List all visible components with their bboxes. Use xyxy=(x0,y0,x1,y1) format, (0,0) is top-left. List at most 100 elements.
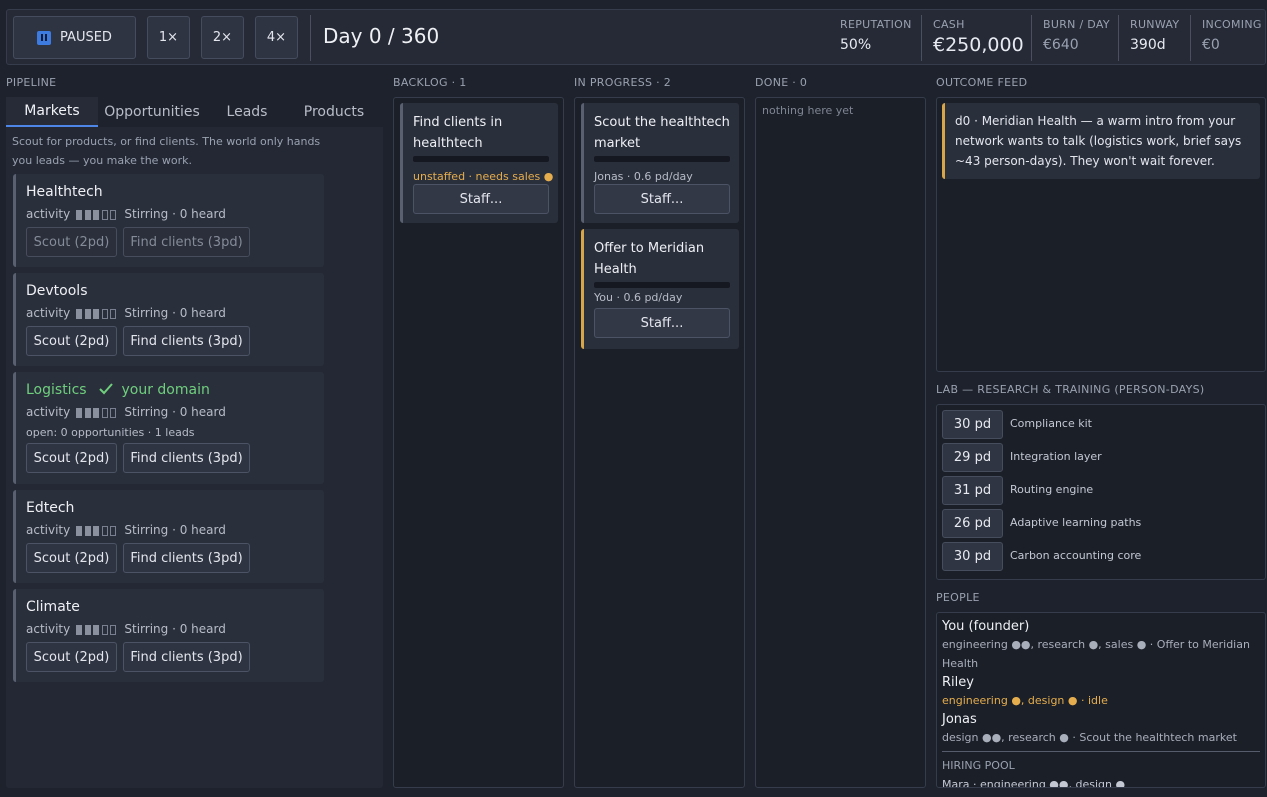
done-column: nothing here yet xyxy=(755,97,926,788)
staff-button[interactable]: Staff... xyxy=(594,184,730,214)
scout-button[interactable]: Scout (2pd) xyxy=(26,326,117,356)
activity-meter xyxy=(76,406,119,420)
person-skills: engineering ●, design ● · idle xyxy=(942,694,1108,707)
find-clients-button[interactable]: Find clients (3pd) xyxy=(123,642,250,672)
outcome-feed-heading: OUTCOME FEED xyxy=(936,76,1028,89)
incoming-stat: INCOMING €0 xyxy=(1202,18,1262,53)
checkmark-icon xyxy=(99,383,113,395)
backlog-heading: BACKLOG · 1 xyxy=(393,76,467,89)
task-progress-bar xyxy=(594,156,730,162)
person-name[interactable]: Riley xyxy=(942,675,974,690)
lab-item-name: Integration layer xyxy=(1010,450,1102,463)
lab-item-name: Adaptive learning paths xyxy=(1010,516,1142,529)
market-card-logistics: Logistics your domain activity Stirring … xyxy=(13,372,324,484)
lab-item-name: Carbon accounting core xyxy=(1010,549,1142,562)
find-clients-button[interactable]: Find clients (3pd) xyxy=(123,326,250,356)
task-card[interactable]: Scout the healthtech market Jonas · 0.6 … xyxy=(581,103,739,223)
market-open-info: open: 0 opportunities · 1 leads xyxy=(26,426,195,439)
scout-button[interactable]: Scout (2pd) xyxy=(26,227,117,257)
person-skills: engineering ●●, research ●, sales ● · Of… xyxy=(942,638,1250,670)
pause-label: PAUSED xyxy=(60,30,112,45)
tab-opportunities[interactable]: Opportunities xyxy=(98,97,206,127)
pipeline-hint: Scout for products, or find clients. The… xyxy=(12,135,321,167)
activity-meter xyxy=(76,524,119,538)
activity-meter xyxy=(76,623,119,637)
people-panel: You (founder) engineering ●●, research ●… xyxy=(936,612,1266,788)
market-name: Devtools xyxy=(26,283,88,299)
day-counter: Day 0 / 360 xyxy=(323,24,440,48)
market-card-devtools: Devtools activity Stirring · 0 heard Sco… xyxy=(13,273,324,366)
lab-cost-button[interactable]: 26 pd xyxy=(942,509,1003,538)
task-progress-bar xyxy=(594,282,730,288)
lab-item-name: Compliance kit xyxy=(1010,417,1092,430)
market-card-healthtech: Healthtech activity Stirring · 0 heard S… xyxy=(13,174,324,267)
market-name: Logistics your domain xyxy=(26,382,210,398)
activity-meter xyxy=(76,307,119,321)
speed-4x-button[interactable]: 4× xyxy=(255,16,298,59)
lab-panel: 30 pd Compliance kit 29 pd Integration l… xyxy=(936,404,1266,580)
market-card-edtech: Edtech activity Stirring · 0 heard Scout… xyxy=(13,490,324,583)
outcome-feed-panel: d0 · Meridian Health — a warm intro from… xyxy=(936,97,1266,372)
cash-stat: CASH €250,000 xyxy=(933,18,1024,56)
runway-value: 390d xyxy=(1130,37,1166,53)
market-status: Stirring · 0 heard xyxy=(124,523,226,537)
market-name: Healthtech xyxy=(26,184,103,200)
runway-stat: RUNWAY 390d xyxy=(1130,18,1180,53)
feed-item: d0 · Meridian Health — a warm intro from… xyxy=(942,103,1260,179)
cash-value: €250,000 xyxy=(933,34,1024,56)
find-clients-button[interactable]: Find clients (3pd) xyxy=(123,227,250,257)
lab-cost-button[interactable]: 30 pd xyxy=(942,542,1003,571)
done-heading: DONE · 0 xyxy=(755,76,808,89)
scout-button[interactable]: Scout (2pd) xyxy=(26,543,117,573)
person-skills: design ●●, research ● · Scout the health… xyxy=(942,731,1237,744)
backlog-column: Find clients in healthtech unstaffed · n… xyxy=(393,97,564,788)
task-card[interactable]: Find clients in healthtech unstaffed · n… xyxy=(400,103,558,223)
top-bar: PAUSED 1× 2× 4× Day 0 / 360 REPUTATION 5… xyxy=(6,9,1266,65)
lab-cost-button[interactable]: 31 pd xyxy=(942,476,1003,505)
task-card[interactable]: Offer to Meridian Health You · 0.6 pd/da… xyxy=(581,229,739,349)
person-name[interactable]: Jonas xyxy=(942,712,977,727)
markets-panel: Scout for products, or find clients. The… xyxy=(6,127,383,788)
pause-button[interactable]: PAUSED xyxy=(13,16,136,59)
lab-cost-button[interactable]: 30 pd xyxy=(942,410,1003,439)
lab-cost-button[interactable]: 29 pd xyxy=(942,443,1003,472)
tab-leads[interactable]: Leads xyxy=(206,97,288,127)
tab-products[interactable]: Products xyxy=(288,97,380,127)
find-clients-button[interactable]: Find clients (3pd) xyxy=(123,443,250,473)
task-title: Find clients in healthtech xyxy=(413,115,503,151)
hiring-candidate[interactable]: Mara · engineering ●●, design ● xyxy=(942,775,1262,787)
task-status: unstaffed · needs sales ● xyxy=(413,170,554,183)
divider xyxy=(310,15,311,61)
tab-markets[interactable]: Markets xyxy=(6,97,98,127)
divider xyxy=(921,15,922,61)
market-activity: activity Stirring · 0 heard xyxy=(26,405,226,420)
market-activity: activity Stirring · 0 heard xyxy=(26,306,226,321)
market-activity: activity Stirring · 0 heard xyxy=(26,523,226,538)
scout-button[interactable]: Scout (2pd) xyxy=(26,443,117,473)
scout-button[interactable]: Scout (2pd) xyxy=(26,642,117,672)
staff-button[interactable]: Staff... xyxy=(413,184,549,214)
pause-icon xyxy=(37,30,52,45)
staff-button[interactable]: Staff... xyxy=(594,308,730,338)
people-heading: PEOPLE xyxy=(936,591,980,604)
divider xyxy=(1190,15,1191,61)
market-status: Stirring · 0 heard xyxy=(124,622,226,636)
empty-state: nothing here yet xyxy=(762,104,854,117)
reputation-value: 50% xyxy=(840,37,872,53)
speed-2x-button[interactable]: 2× xyxy=(201,16,244,59)
lab-item-name: Routing engine xyxy=(1010,483,1094,496)
market-name: Climate xyxy=(26,599,80,615)
market-card-climate: Climate activity Stirring · 0 heard Scou… xyxy=(13,589,324,682)
task-assignee: You · 0.6 pd/day xyxy=(594,291,683,304)
domain-badge: your domain xyxy=(121,382,210,398)
person-name[interactable]: You (founder) xyxy=(942,619,1029,634)
market-name: Edtech xyxy=(26,500,75,516)
find-clients-button[interactable]: Find clients (3pd) xyxy=(123,543,250,573)
in-progress-heading: IN PROGRESS · 2 xyxy=(574,76,671,89)
market-status: Stirring · 0 heard xyxy=(124,405,226,419)
reputation-stat: REPUTATION 50% xyxy=(840,18,912,53)
pipeline-tabs: Markets Opportunities Leads Products xyxy=(6,97,383,127)
divider xyxy=(1031,15,1032,61)
speed-1x-button[interactable]: 1× xyxy=(147,16,190,59)
task-assignee: Jonas · 0.6 pd/day xyxy=(594,170,693,183)
